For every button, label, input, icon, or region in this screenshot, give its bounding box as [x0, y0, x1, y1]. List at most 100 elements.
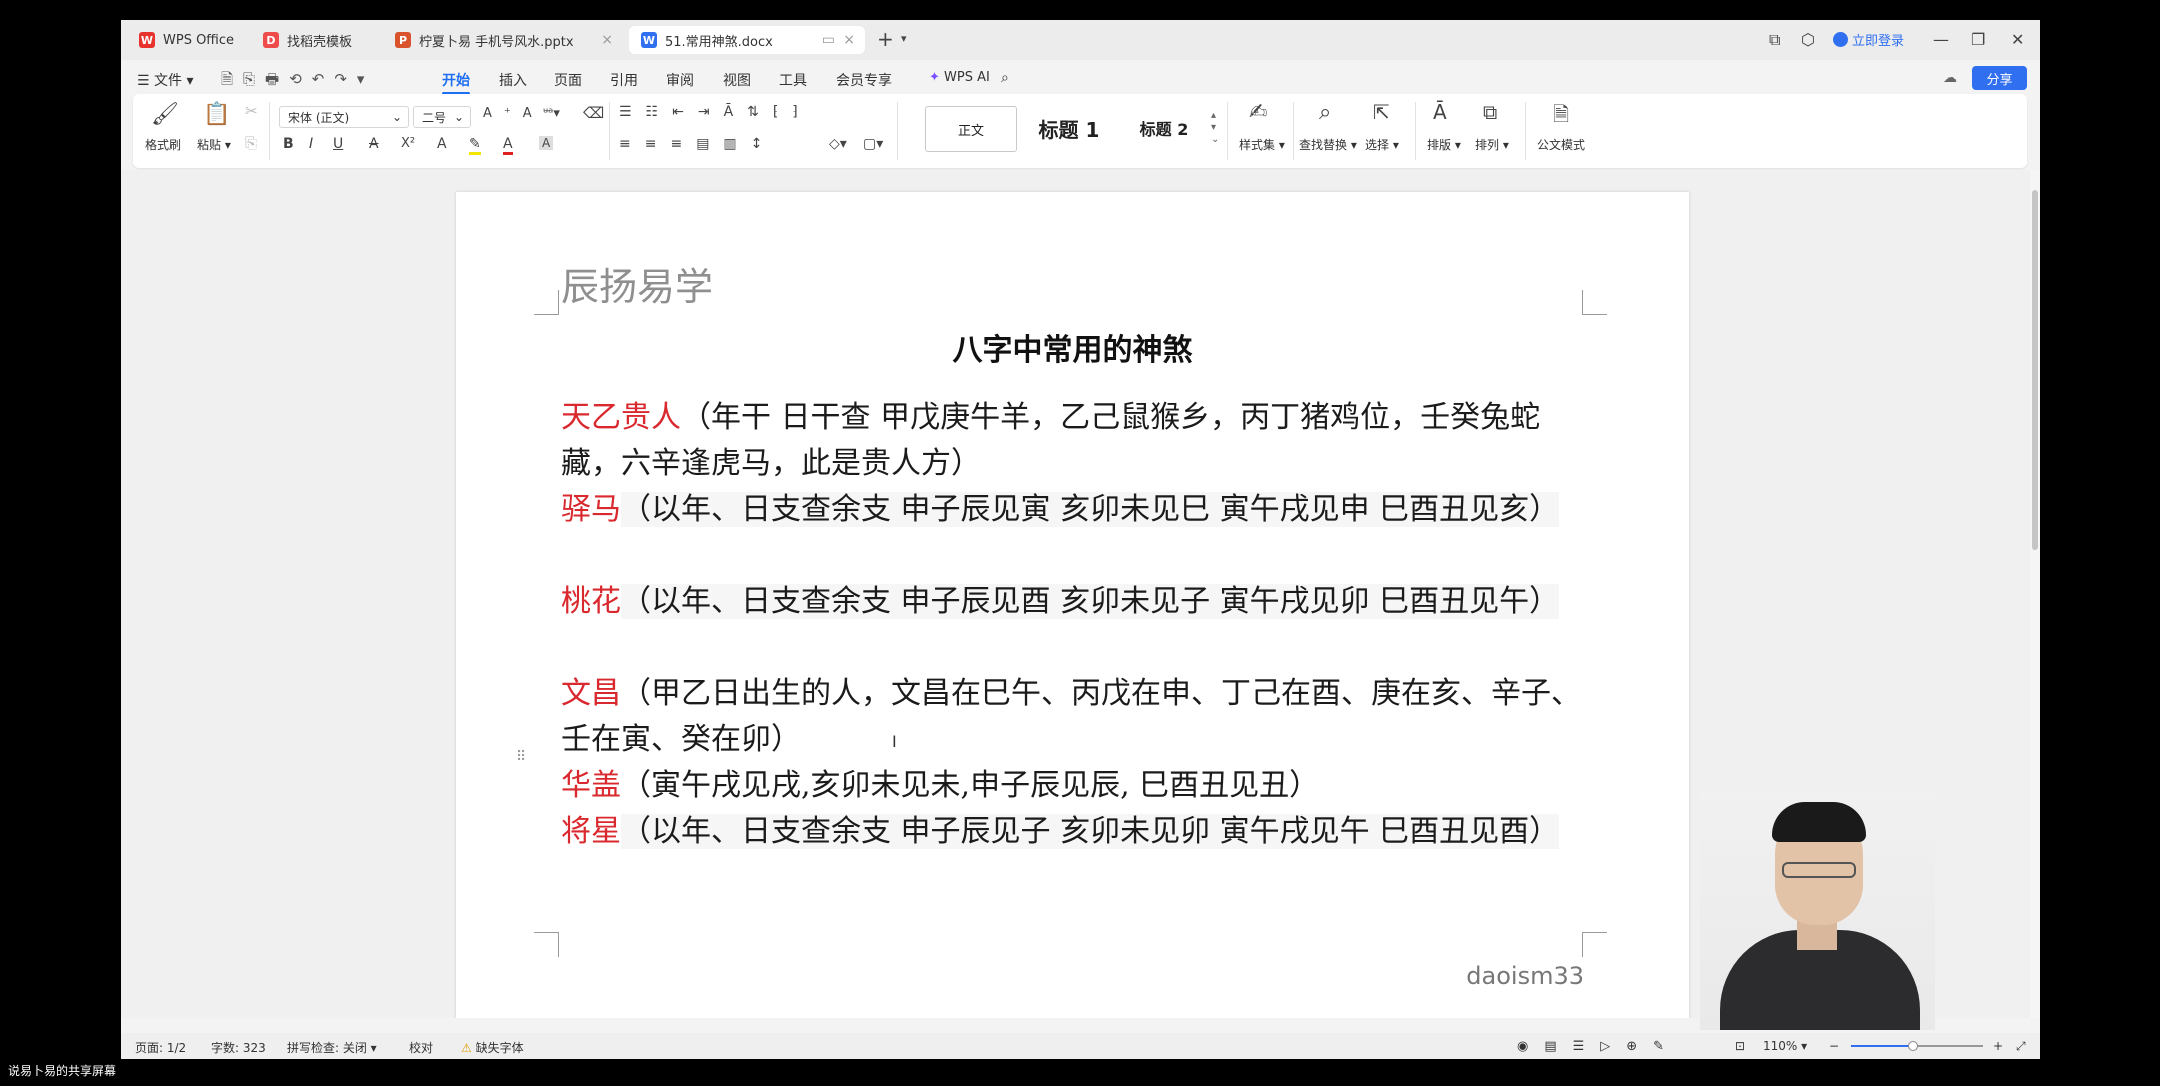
- minimize-icon[interactable]: —: [1933, 30, 1949, 49]
- restore-icon[interactable]: ❐: [1971, 30, 1985, 49]
- arrange-label: 排列: [1475, 138, 1500, 152]
- fit-page-icon[interactable]: ⊡: [1735, 1039, 1745, 1053]
- zoom-out-icon[interactable]: −: [1829, 1039, 1839, 1053]
- vertical-scrollbar[interactable]: [2030, 170, 2040, 1018]
- layout-typeset-icon[interactable]: Ā: [1433, 100, 1447, 124]
- shading-icon[interactable]: ◇▾: [829, 136, 847, 152]
- phonetic-icon[interactable]: ᵘᵃ▾: [543, 106, 560, 121]
- menu-tools[interactable]: 工具: [779, 70, 807, 90]
- paragraph-yima[interactable]: 驿马（以年、日支查余支 申子辰见寅 亥卯未见巳 寅午戌见申 巳酉丑见亥）: [561, 487, 1581, 533]
- align-buttons[interactable]: ≡≡≡▤▥↕: [619, 136, 776, 152]
- page-count[interactable]: 页面: 1/2: [135, 1039, 186, 1056]
- select-button[interactable]: 选择 ▾: [1365, 136, 1399, 153]
- select-cursor-icon[interactable]: ⇱: [1373, 100, 1390, 124]
- menu-review[interactable]: 审阅: [666, 70, 694, 90]
- format-painter-label[interactable]: 格式刷: [145, 136, 181, 153]
- style-heading-2[interactable]: 标题 2: [1121, 106, 1207, 150]
- document-page[interactable]: 辰扬易学 八字中常用的神煞 天乙贵人（年干 日干查 甲戊庚牛羊，乙己鼠猴乡，丙丁…: [456, 192, 1689, 1018]
- cube-icon[interactable]: ⬡: [1801, 30, 1815, 49]
- underline-icon[interactable]: U: [333, 136, 343, 152]
- word-count[interactable]: 字数: 323: [211, 1039, 266, 1056]
- close-icon[interactable]: ×: [843, 32, 855, 48]
- menu-references[interactable]: 引用: [610, 70, 638, 90]
- style-heading-1[interactable]: 标题 1: [1021, 106, 1117, 150]
- font-color-icon[interactable]: A: [503, 136, 513, 155]
- arrange-button[interactable]: 排列 ▾: [1475, 136, 1509, 153]
- find-replace-button[interactable]: 查找替换 ▾: [1299, 136, 1357, 153]
- find-icon[interactable]: ⌕: [1319, 100, 1331, 125]
- cut-icon[interactable]: ✂: [245, 102, 258, 120]
- search-icon[interactable]: ⌕: [1001, 70, 1009, 86]
- fullscreen-icon[interactable]: ⤢: [2016, 1039, 2026, 1054]
- scrollbar-thumb[interactable]: [2032, 190, 2038, 550]
- missing-font[interactable]: ⚠ 缺失字体: [461, 1039, 524, 1056]
- menu-insert[interactable]: 插入: [499, 70, 527, 90]
- style-scroll-icon[interactable]: ▴ ▾ ⌄: [1211, 110, 1219, 146]
- paste-icon[interactable]: 📋: [203, 102, 230, 127]
- menu-home[interactable]: 开始: [442, 70, 470, 95]
- paragraph-taohua[interactable]: 桃花（以年、日支查余支 申子辰见酉 亥卯未见子 寅午戌见卯 巳酉丑见午）: [561, 579, 1581, 625]
- layout-icon[interactable]: ⧉: [1769, 30, 1780, 50]
- zoom-level[interactable]: 110% ▾: [1763, 1039, 1807, 1053]
- paragraph-text: （以年、日支查余支 申子辰见子 亥卯未见卯 寅午戌见午 巳酉丑见酉）: [621, 814, 1560, 849]
- font-size-select[interactable]: 二号 ⌄: [413, 106, 471, 128]
- list-buttons[interactable]: ☰☷⇤⇥Ā⇅⁅⁆: [619, 104, 812, 120]
- menu-page[interactable]: 页面: [554, 70, 582, 90]
- close-window-icon[interactable]: ✕: [2011, 30, 2024, 49]
- strikethrough-icon[interactable]: A: [369, 136, 379, 152]
- view-mode-icons[interactable]: ◉▤☰▷⊕✎: [1517, 1039, 1680, 1054]
- chevron-down-icon: ⌄: [391, 110, 402, 124]
- close-icon[interactable]: ×: [601, 32, 613, 48]
- char-shading-icon[interactable]: A: [539, 136, 554, 150]
- copy-icon[interactable]: ⎘: [245, 134, 257, 152]
- new-tab-icon[interactable]: +: [877, 27, 894, 51]
- style-normal[interactable]: 正文: [925, 106, 1017, 152]
- page-footer[interactable]: daoism33: [1466, 962, 1584, 990]
- file-menu[interactable]: ☰ 文件 ▾: [137, 70, 194, 90]
- paragraph-huagai[interactable]: 华盖（寅午戌见戌,亥卯未见未,申子辰见辰, 巳酉丑见丑）: [561, 763, 1581, 809]
- paragraph-jiangxing[interactable]: 将星（以年、日支查余支 申子辰见子 亥卯未见卯 寅午戌见午 巳酉丑见酉）: [561, 809, 1581, 855]
- window-mode-icon[interactable]: ▭: [822, 32, 835, 48]
- superscript-icon[interactable]: X²: [401, 136, 415, 151]
- arrange-icon[interactable]: ⧉: [1483, 100, 1497, 124]
- wps-ai-label: WPS AI: [944, 70, 990, 85]
- layout-button[interactable]: 排版 ▾: [1427, 136, 1461, 153]
- zoom-slider[interactable]: [1851, 1041, 1983, 1051]
- official-doc-icon[interactable]: 🗎: [1553, 100, 1569, 134]
- official-mode-button[interactable]: 公文模式: [1537, 136, 1585, 153]
- drag-handle-icon[interactable]: ⠿: [516, 749, 526, 765]
- cloud-upload-icon[interactable]: ☁: [1943, 70, 1957, 86]
- border-icon[interactable]: ▢▾: [863, 136, 883, 152]
- quick-access-toolbar[interactable]: 🗎⎘🖶⟲↶↷▾: [221, 69, 374, 94]
- highlight-icon[interactable]: ✎: [469, 136, 481, 155]
- share-button[interactable]: 分享: [1972, 66, 2027, 90]
- style-set-button[interactable]: 样式集 ▾: [1239, 136, 1285, 153]
- menu-member[interactable]: 会员专享: [836, 70, 892, 90]
- wps-ai-button[interactable]: ✦ WPS AI: [929, 70, 990, 85]
- word-icon: W: [641, 32, 657, 48]
- tab-wps-office[interactable]: W WPS Office: [127, 26, 245, 54]
- format-painter-icon[interactable]: 🖌: [151, 102, 179, 127]
- menu-view[interactable]: 视图: [723, 70, 751, 90]
- zoom-slider-handle[interactable]: [1908, 1041, 1918, 1051]
- tab-pptx[interactable]: P 柠夏卜易 手机号风水.pptx ×: [383, 26, 623, 54]
- italic-icon[interactable]: I: [309, 136, 313, 152]
- document-title[interactable]: 八字中常用的神煞: [456, 325, 1689, 369]
- bold-icon[interactable]: B: [283, 136, 294, 152]
- font-name-select[interactable]: 宋体 (正文) ⌄: [279, 106, 409, 128]
- proofread[interactable]: 校对: [409, 1039, 433, 1056]
- divider: [609, 102, 610, 160]
- zoom-in-icon[interactable]: +: [1993, 1039, 2003, 1053]
- text-effect-icon[interactable]: A: [437, 136, 447, 152]
- page-header[interactable]: 辰扬易学: [561, 256, 713, 311]
- paragraph-wenchang[interactable]: 文昌（甲乙日出生的人，文昌在巳午、丙戊在申、丁己在酉、庚在亥、辛子、壬在寅、癸在…: [561, 671, 1581, 763]
- clear-format-icon[interactable]: ⌫: [583, 104, 604, 122]
- style-set-icon[interactable]: ✍: [1249, 100, 1267, 125]
- paragraph-tianyi[interactable]: 天乙贵人（年干 日干查 甲戊庚牛羊，乙己鼠猴乡，丙丁猪鸡位，壬癸兔蛇藏，六辛逢虎…: [561, 395, 1581, 487]
- tab-docx-active[interactable]: W 51.常用神煞.docx ▭ ×: [629, 26, 865, 54]
- login-link[interactable]: 立即登录: [1833, 30, 1904, 49]
- spell-check[interactable]: 拼写检查: 关闭 ▾: [287, 1039, 377, 1056]
- tab-docer-templates[interactable]: D 找稻壳模板: [251, 26, 375, 54]
- paste-label[interactable]: 粘贴 ▾: [197, 136, 231, 153]
- chevron-down-icon[interactable]: ▾: [901, 32, 907, 45]
